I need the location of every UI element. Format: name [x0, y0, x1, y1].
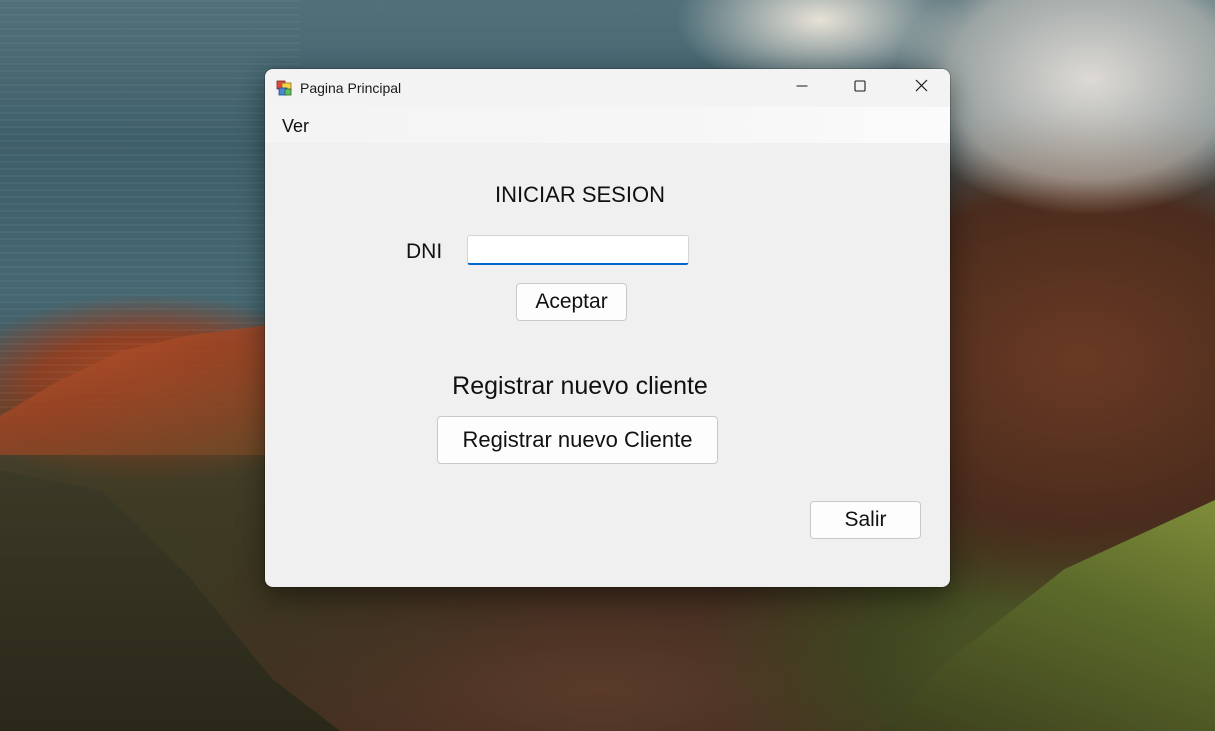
- minimize-icon: [796, 79, 808, 97]
- maximize-icon: [854, 79, 866, 97]
- winforms-app-icon: [276, 80, 292, 96]
- main-window: Pagina Principal Ver INICIAR SESION DNI …: [265, 69, 950, 587]
- close-button[interactable]: [892, 69, 950, 107]
- close-icon: [915, 79, 928, 97]
- desktop-wallpaper: Pagina Principal Ver INICIAR SESION DNI …: [0, 0, 1215, 731]
- menu-bar: Ver: [265, 107, 950, 143]
- accept-button[interactable]: Aceptar: [516, 283, 627, 321]
- window-titlebar[interactable]: Pagina Principal: [265, 69, 950, 107]
- exit-button[interactable]: Salir: [810, 501, 921, 539]
- minimize-button[interactable]: [773, 69, 831, 107]
- register-new-client-button[interactable]: Registrar nuevo Cliente: [437, 416, 718, 464]
- maximize-button[interactable]: [831, 69, 889, 107]
- dni-input[interactable]: [467, 235, 689, 265]
- dni-label: DNI: [406, 240, 443, 263]
- menu-item-ver[interactable]: Ver: [276, 115, 315, 137]
- register-label: Registrar nuevo cliente: [452, 372, 708, 400]
- login-heading: INICIAR SESION: [495, 182, 665, 207]
- window-title: Pagina Principal: [300, 80, 402, 96]
